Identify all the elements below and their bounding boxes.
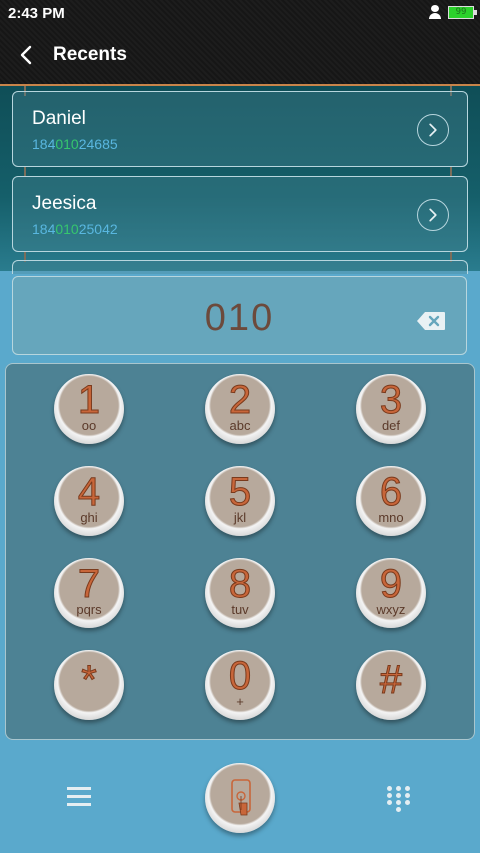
key-5[interactable]: 5 jkl <box>205 466 275 536</box>
recent-item-daniel[interactable]: Daniel 18401024685 <box>12 91 468 167</box>
key-digit: 1 <box>77 378 101 423</box>
number-prefix: 184 <box>32 221 56 237</box>
dialpad-icon[interactable] <box>387 786 411 812</box>
key-digit: 9 <box>379 562 403 607</box>
key-letters: oo <box>81 418 97 433</box>
key-8[interactable]: 8 tuv <box>205 558 275 628</box>
key-letters: + <box>236 694 244 709</box>
key-letters: pqrs <box>76 602 102 617</box>
battery-icon: 99 <box>448 5 477 19</box>
dial-display: 010 <box>12 276 467 355</box>
number-suffix: 25042 <box>78 221 118 237</box>
key-9[interactable]: 9 wxyz <box>356 558 426 628</box>
key-1[interactable]: 1 oo <box>54 374 124 444</box>
menu-icon[interactable] <box>67 787 91 807</box>
status-time: 2:43 PM <box>8 5 65 22</box>
call-button[interactable] <box>205 763 275 833</box>
status-icons: 99 <box>428 5 477 19</box>
status-bar: 2:43 PM 99 <box>0 0 480 28</box>
key-4[interactable]: 4 ghi <box>54 466 124 536</box>
number-match: 010 <box>55 221 79 237</box>
key-letters: jkl <box>233 510 247 525</box>
header: Recents <box>0 30 480 80</box>
details-button[interactable] <box>417 114 449 146</box>
key-6[interactable]: 6 mno <box>356 466 426 536</box>
key-letters: tuv <box>231 602 249 617</box>
key-digit: 5 <box>228 470 252 515</box>
keypad: 1 oo 2 abc 3 def 4 ghi 5 jkl 6 mno 7 pqrs 8 tuv … <box>5 363 475 740</box>
key-hash[interactable]: # <box>356 650 426 720</box>
contact-number: 18401024685 <box>32 136 118 152</box>
number-match: 010 <box>55 136 79 152</box>
battery-level: 99 <box>455 6 467 17</box>
number-suffix: 24685 <box>78 136 118 152</box>
contact-number: 18401025042 <box>32 221 118 237</box>
number-prefix: 184 <box>32 136 56 152</box>
recent-item-jeesica[interactable]: Jeesica 18401025042 <box>12 176 468 252</box>
key-digit: 8 <box>228 562 252 607</box>
key-2[interactable]: 2 abc <box>205 374 275 444</box>
key-star[interactable]: * <box>54 650 124 720</box>
chevron-right-icon <box>429 208 437 222</box>
details-button[interactable] <box>417 199 449 231</box>
key-digit: * <box>81 658 98 703</box>
key-digit: 7 <box>77 562 101 607</box>
incognito-icon <box>428 5 442 19</box>
key-letters: mno <box>378 510 404 525</box>
key-letters: abc <box>229 418 251 433</box>
dialed-number: 010 <box>204 297 275 339</box>
recent-item-partial[interactable] <box>12 260 468 274</box>
contact-name: Daniel <box>32 108 86 129</box>
chevron-right-icon <box>429 123 437 137</box>
key-digit: 6 <box>379 470 403 515</box>
recents-list[interactable]: Daniel 18401024685 Jeesica 18401025042 <box>0 86 480 271</box>
contact-name: Jeesica <box>32 193 97 214</box>
chevron-left-icon[interactable] <box>14 42 40 68</box>
key-digit: 3 <box>379 378 403 423</box>
key-7[interactable]: 7 pqrs <box>54 558 124 628</box>
page-title: Recents <box>53 44 127 65</box>
key-letters: ghi <box>80 510 98 525</box>
key-digit: 0 <box>228 654 252 699</box>
top-bar: 2:43 PM 99 Recents <box>0 0 480 86</box>
key-0[interactable]: 0 + <box>205 650 275 720</box>
key-digit: 2 <box>228 378 252 423</box>
key-digit: # <box>379 658 403 703</box>
phone-touch-icon <box>231 779 251 816</box>
key-letters: wxyz <box>376 602 406 617</box>
key-letters: def <box>381 418 401 433</box>
key-digit: 4 <box>77 470 101 515</box>
backspace-icon[interactable] <box>416 311 446 331</box>
key-3[interactable]: 3 def <box>356 374 426 444</box>
